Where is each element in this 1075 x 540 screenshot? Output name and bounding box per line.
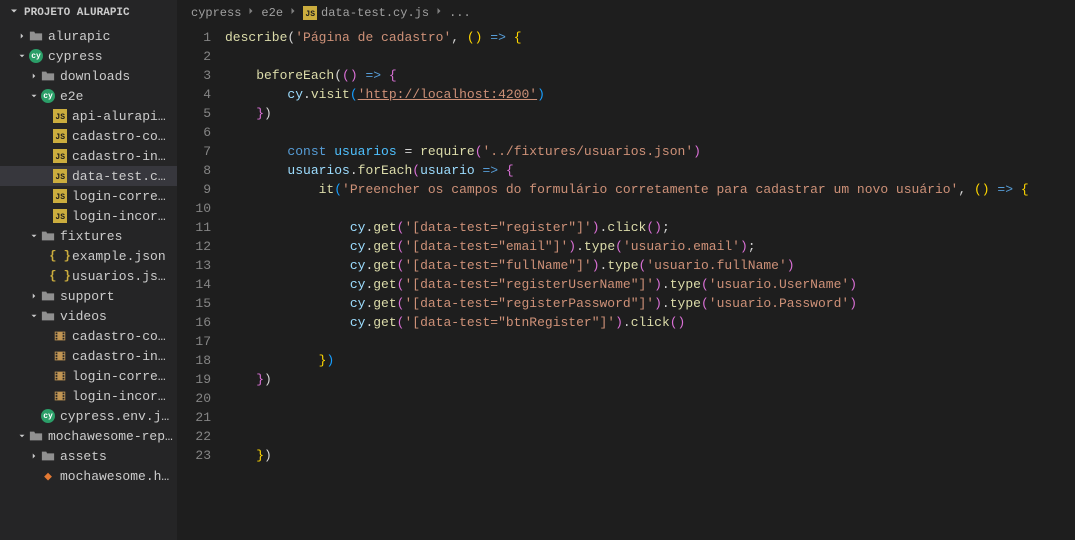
code-editor[interactable]: 1234567891011121314151617181920212223 de… (177, 26, 1075, 540)
chevron-down-icon (28, 90, 40, 102)
tree-item-fixtures[interactable]: fixtures (0, 226, 177, 246)
file-label: cadastro-incorreto.... (72, 149, 173, 164)
file-tree: alurapic cy cypress downloads cy e2e JS api-alu… (0, 26, 177, 486)
file-label: login-incorreto.cy.js (72, 209, 173, 224)
video-file-icon (52, 348, 68, 364)
file-label: downloads (60, 69, 130, 84)
file-label: mochawesome-report (48, 429, 173, 444)
tree-item-downloads[interactable]: downloads (0, 66, 177, 86)
chevron-right-icon (287, 5, 299, 21)
js-file-icon: JS (52, 188, 68, 204)
editor-area: cypress e2e JS data-test.cy.js ... 12345… (177, 0, 1075, 540)
file-label: fixtures (60, 229, 122, 244)
cypress-folder-icon: cy (40, 88, 56, 104)
file-label: usuarios.json (72, 269, 173, 284)
tree-item-cadastro-incorreto----[interactable]: cadastro-incorreto.... (0, 346, 177, 366)
cypress-file-icon: cy (40, 408, 56, 424)
tree-item-login-correto-cy-js----[interactable]: login-correto.cy.js.... (0, 366, 177, 386)
cypress-folder-icon: cy (28, 48, 44, 64)
file-label: cadastro-correto.s... (72, 129, 173, 144)
tree-item-assets[interactable]: assets (0, 446, 177, 466)
js-file-icon: JS (52, 128, 68, 144)
tree-item-data-test-cy-js[interactable]: JS data-test.cy.js (0, 166, 177, 186)
code-content[interactable]: describe('Página de cadastro', () => { b… (225, 26, 1075, 540)
chevron-right-icon (28, 70, 40, 82)
json-file-icon: { } (52, 268, 68, 284)
chevron-right-icon (16, 30, 28, 42)
breadcrumb[interactable]: cypress e2e JS data-test.cy.js ... (177, 0, 1075, 26)
breadcrumb-item[interactable]: data-test.cy.js (321, 6, 429, 20)
breadcrumb-item[interactable]: cypress (191, 6, 241, 20)
chevron-down-icon (16, 430, 28, 442)
chevron-right-icon (433, 5, 445, 21)
file-label: videos (60, 309, 107, 324)
chevron-down-icon (16, 50, 28, 62)
tree-item-mochawesome-report[interactable]: mochawesome-report (0, 426, 177, 446)
breadcrumb-item[interactable]: ... (449, 6, 471, 20)
tree-item-mochawesome-html[interactable]: ◆ mochawesome.html (0, 466, 177, 486)
explorer-header[interactable]: PROJETO ALURAPIC (0, 0, 177, 26)
file-explorer: PROJETO ALURAPIC alurapic cy cypress downlo… (0, 0, 177, 540)
tree-item-cadastro-correto-s---[interactable]: cadastro-correto.s... (0, 326, 177, 346)
tree-item-cypress-env-json[interactable]: cy cypress.env.json (0, 406, 177, 426)
video-file-icon (52, 388, 68, 404)
file-label: e2e (60, 89, 83, 104)
chevron-right-icon (28, 290, 40, 302)
file-label: support (60, 289, 115, 304)
tree-item-support[interactable]: support (0, 286, 177, 306)
tree-item-cadastro-incorreto----[interactable]: JS cadastro-incorreto.... (0, 146, 177, 166)
js-file-icon: JS (52, 168, 68, 184)
chevron-right-icon (245, 5, 257, 21)
tree-item-login-correto-cy-js[interactable]: JS login-correto.cy.js (0, 186, 177, 206)
file-label: cypress.env.json (60, 409, 173, 424)
chevron-down-icon (8, 5, 20, 21)
file-label: assets (60, 449, 107, 464)
tree-item-login-incorreto-cy-js[interactable]: JS login-incorreto.cy.js (0, 206, 177, 226)
folder-icon (28, 28, 44, 44)
file-label: cadastro-correto.s... (72, 329, 173, 344)
tree-item-login-incorreto-cy-j---[interactable]: login-incorreto.cy.j... (0, 386, 177, 406)
project-title: PROJETO ALURAPIC (24, 7, 130, 19)
file-label: cypress (48, 49, 103, 64)
tree-item-cypress[interactable]: cy cypress (0, 46, 177, 66)
tree-item-usuarios-json[interactable]: { } usuarios.json (0, 266, 177, 286)
folder-icon (40, 68, 56, 84)
line-numbers: 1234567891011121314151617181920212223 (177, 26, 225, 540)
json-file-icon: { } (52, 248, 68, 264)
js-file-icon: JS (52, 148, 68, 164)
folder-icon (40, 308, 56, 324)
tree-item-alurapic[interactable]: alurapic (0, 26, 177, 46)
tree-item-cadastro-correto-s---[interactable]: JS cadastro-correto.s... (0, 126, 177, 146)
js-file-icon: JS (303, 6, 317, 20)
file-label: login-incorreto.cy.j... (72, 389, 173, 404)
file-label: login-correto.cy.js.... (72, 369, 173, 384)
js-file-icon: JS (52, 108, 68, 124)
file-label: mochawesome.html (60, 469, 173, 484)
folder-icon (28, 428, 44, 444)
folder-icon (40, 448, 56, 464)
folder-icon (40, 288, 56, 304)
chevron-down-icon (28, 310, 40, 322)
chevron-right-icon (28, 450, 40, 462)
chevron-down-icon (28, 230, 40, 242)
js-file-icon: JS (52, 208, 68, 224)
tree-item-e2e[interactable]: cy e2e (0, 86, 177, 106)
tree-item-example-json[interactable]: { } example.json (0, 246, 177, 266)
folder-icon (40, 228, 56, 244)
tree-item-videos[interactable]: videos (0, 306, 177, 326)
file-label: example.json (72, 249, 166, 264)
video-file-icon (52, 368, 68, 384)
file-label: alurapic (48, 29, 110, 44)
video-file-icon (52, 328, 68, 344)
file-label: data-test.cy.js (72, 169, 173, 184)
file-label: login-correto.cy.js (72, 189, 173, 204)
tree-item-api-alurapic-cy-js[interactable]: JS api-alurapic.cy.js (0, 106, 177, 126)
breadcrumb-item[interactable]: e2e (261, 6, 283, 20)
file-label: cadastro-incorreto.... (72, 349, 173, 364)
html-file-icon: ◆ (40, 468, 56, 484)
file-label: api-alurapic.cy.js (72, 109, 173, 124)
